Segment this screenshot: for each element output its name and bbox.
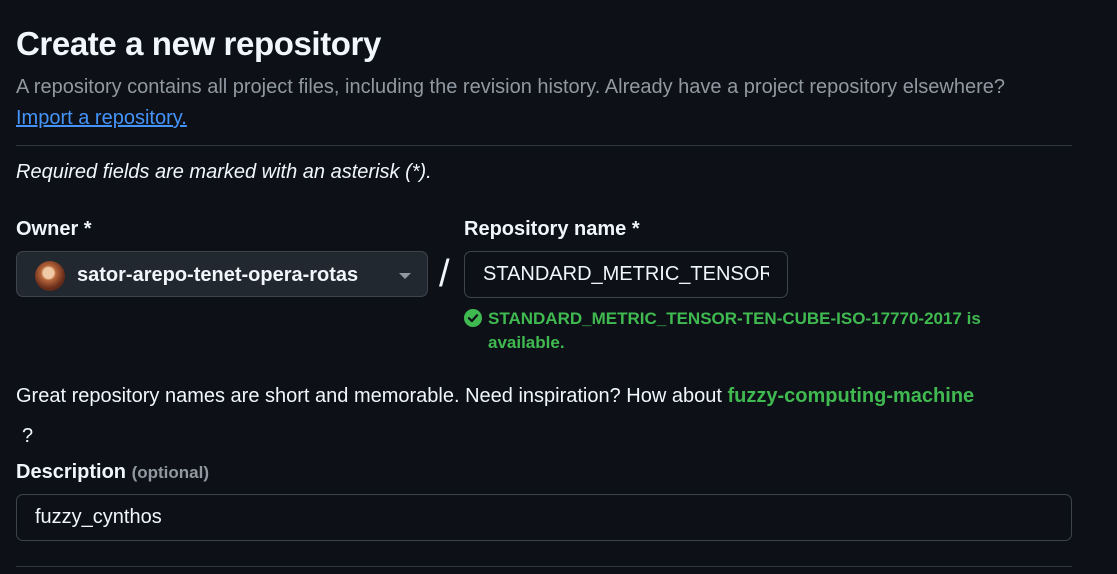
owner-avatar <box>35 261 65 291</box>
check-circle-fill-icon <box>464 309 482 327</box>
import-repository-link[interactable]: Import a repository. <box>16 107 187 129</box>
optional-tag: (optional) <box>131 463 210 482</box>
triangle-down-icon <box>399 273 411 279</box>
description-label: Description (optional) <box>16 461 209 484</box>
description-input[interactable] <box>16 494 1072 541</box>
owner-label: Owner * <box>16 218 92 240</box>
suggestion-text: Great repository names are short and mem… <box>16 385 722 407</box>
section-divider <box>16 566 1072 567</box>
owner-select-button[interactable]: sator-arepo-tenet-opera-rotas <box>16 251 428 297</box>
name-suggestion: Great repository names are short and mem… <box>16 376 1096 456</box>
owner-name: sator-arepo-tenet-opera-rotas <box>77 264 359 286</box>
availability-text: STANDARD_METRIC_TENSOR-TEN-CUBE-ISO-1777… <box>488 309 981 352</box>
suggested-name-button[interactable]: fuzzy-computing-machine <box>727 385 974 407</box>
required-fields-note: Required fields are marked with an aster… <box>16 161 432 183</box>
owner-repo-separator: / <box>439 253 450 295</box>
page-title: Create a new repository <box>16 25 381 62</box>
suggestion-end: ? <box>22 425 34 447</box>
repository-name-label: Repository name * <box>464 218 640 240</box>
header-divider <box>16 145 1072 146</box>
page-subtitle: A repository contains all project files,… <box>16 72 1016 134</box>
description-label-text: Description <box>16 461 127 483</box>
subtitle-text: A repository contains all project files,… <box>16 76 1006 98</box>
repository-name-input[interactable] <box>464 251 788 298</box>
